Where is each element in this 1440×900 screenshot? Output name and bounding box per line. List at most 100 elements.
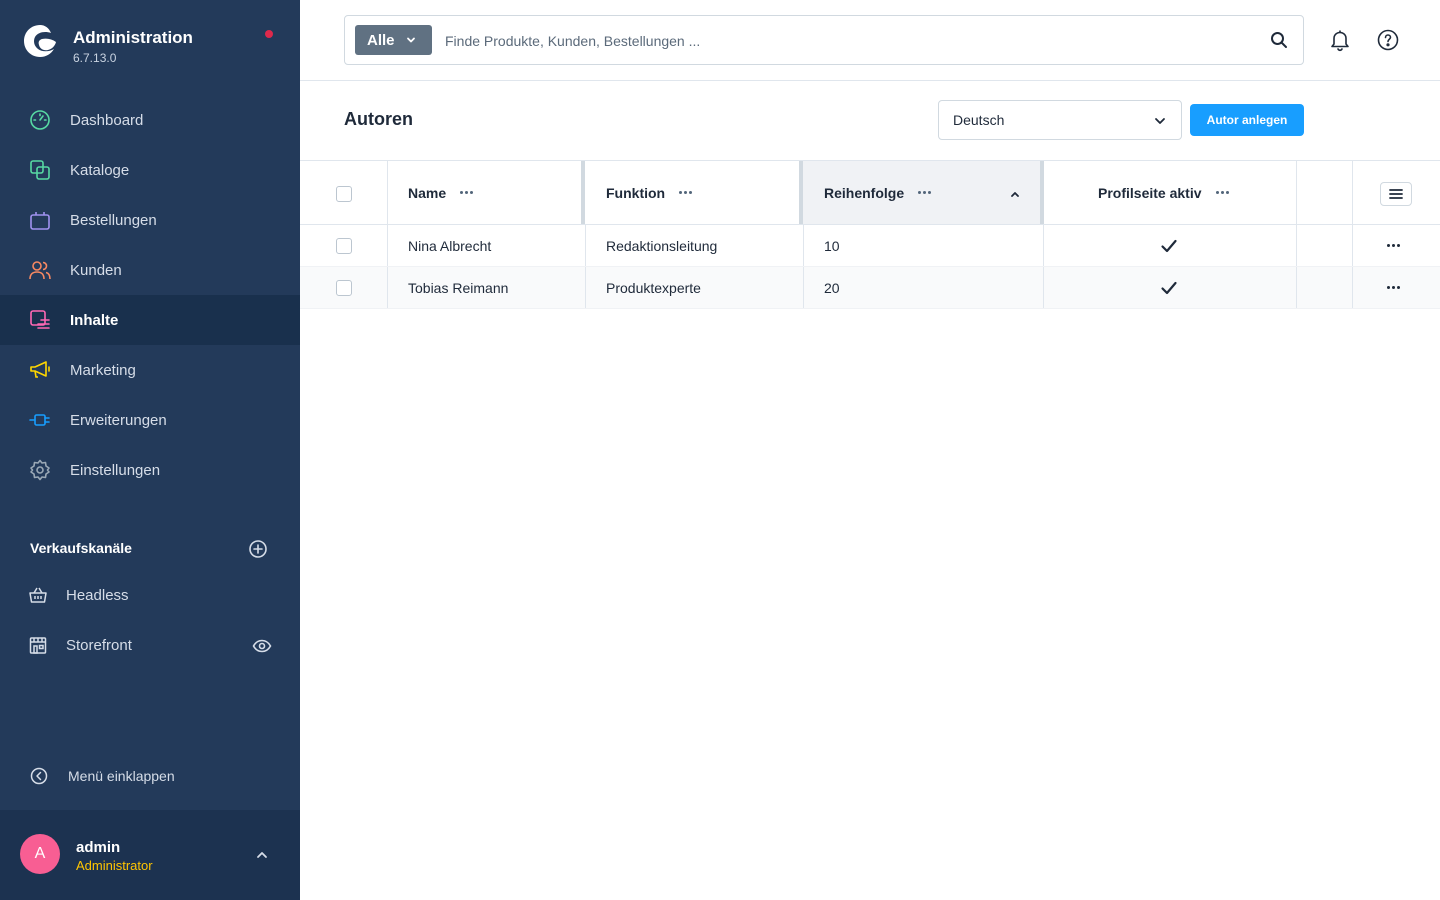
column-header-funktion[interactable]: Funktion — [606, 161, 693, 224]
collapse-menu-label: Menü einklappen — [68, 768, 175, 784]
column-divider — [1296, 267, 1297, 308]
column-divider — [1296, 161, 1297, 224]
table-row[interactable]: Nina Albrecht Redaktionsleitung 10 — [300, 225, 1440, 267]
sidebar: Administration 6.7.13.0 Dashboard Katalo… — [0, 0, 300, 900]
sales-channels-title: Verkaufskanäle — [30, 540, 132, 556]
global-search: Alle — [344, 15, 1304, 65]
nav-item-erweiterungen[interactable]: Erweiterungen — [0, 395, 300, 445]
sales-channel-storefront[interactable]: Storefront — [0, 625, 300, 665]
nav-item-dashboard[interactable]: Dashboard — [0, 95, 300, 145]
column-divider — [1043, 267, 1044, 308]
shopware-logo[interactable] — [22, 23, 58, 59]
column-divider — [1352, 161, 1353, 224]
cell-name[interactable]: Tobias Reimann — [408, 267, 508, 308]
grid-header: Name Funktion Reihenfolge Profilseite ak… — [300, 160, 1440, 225]
search-icon[interactable] — [1269, 30, 1289, 50]
add-sales-channel-icon[interactable] — [248, 539, 268, 559]
app-title: Administration — [73, 28, 193, 47]
column-header-label: Profilseite aktiv — [1098, 184, 1202, 201]
create-author-button[interactable]: Autor anlegen — [1190, 104, 1304, 136]
nav-label: Marketing — [70, 361, 136, 379]
column-divider — [585, 225, 586, 266]
grid-settings-button[interactable] — [1380, 182, 1412, 206]
checkmark-icon — [1161, 281, 1177, 294]
column-menu-icon[interactable] — [460, 191, 474, 194]
sort-ascending-icon[interactable] — [1008, 187, 1022, 201]
cell-name[interactable]: Nina Albrecht — [408, 225, 491, 266]
column-menu-icon[interactable] — [918, 191, 932, 194]
nav-label: Bestellungen — [70, 211, 157, 229]
nav-label: Erweiterungen — [70, 411, 167, 429]
user-menu[interactable]: A admin Administrator — [0, 810, 300, 900]
search-input[interactable] — [445, 28, 1245, 54]
main-nav: Dashboard Kataloge Bestellungen Kunden I… — [0, 95, 300, 495]
cell-order: 20 — [824, 279, 840, 296]
nav-label: Kunden — [70, 261, 122, 279]
gear-icon — [28, 458, 52, 482]
catalog-icon — [28, 158, 52, 182]
cell-profile-active — [1160, 267, 1178, 308]
column-header-label: Name — [408, 184, 447, 201]
column-resize-handle[interactable] — [799, 161, 803, 224]
column-menu-icon[interactable] — [679, 191, 693, 194]
dashboard-icon — [28, 108, 52, 132]
search-type-label: Alle — [367, 31, 395, 49]
column-resize-handle[interactable] — [1040, 161, 1044, 224]
sales-channel-headless[interactable]: Headless — [0, 575, 300, 615]
app-version: 6.7.13.0 — [73, 51, 117, 65]
chevron-down-icon — [407, 37, 415, 43]
column-header-reihenfolge[interactable]: Reihenfolge — [824, 161, 932, 224]
column-header-name[interactable]: Name — [408, 161, 474, 224]
storefront-icon — [29, 637, 47, 654]
top-bar: Alle — [300, 0, 1440, 81]
column-divider — [1352, 267, 1353, 308]
nav-item-inhalte[interactable]: Inhalte — [0, 295, 300, 345]
users-icon — [28, 258, 52, 282]
bell-icon[interactable] — [1328, 28, 1352, 52]
megaphone-icon — [28, 358, 52, 382]
notification-dot — [265, 30, 273, 38]
nav-item-kunden[interactable]: Kunden — [0, 245, 300, 295]
sales-channel-label: Headless — [66, 586, 129, 604]
column-divider — [803, 225, 804, 266]
nav-item-bestellungen[interactable]: Bestellungen — [0, 195, 300, 245]
nav-item-kataloge[interactable]: Kataloge — [0, 145, 300, 195]
sidebar-header: Administration 6.7.13.0 — [0, 0, 300, 80]
column-header-label: Funktion — [606, 184, 666, 201]
nav-label: Inhalte — [70, 311, 119, 329]
row-actions-icon[interactable] — [1387, 267, 1400, 308]
search-type-dropdown[interactable]: Alle — [355, 25, 432, 55]
content-icon — [28, 308, 52, 332]
chevron-up-icon[interactable] — [254, 847, 270, 863]
language-select[interactable]: Deutsch — [938, 100, 1182, 140]
column-divider — [1043, 225, 1044, 266]
table-row[interactable]: Tobias Reimann Produktexperte 20 — [300, 267, 1440, 309]
page-title: Autoren — [344, 109, 413, 129]
column-divider — [387, 267, 388, 308]
eye-icon[interactable] — [252, 636, 272, 656]
column-divider — [1296, 225, 1297, 266]
cell-profile-active — [1160, 225, 1178, 266]
column-menu-icon[interactable] — [1215, 191, 1229, 194]
nav-label: Einstellungen — [70, 461, 161, 479]
row-checkbox[interactable] — [336, 280, 352, 296]
cell-function: Produktexperte — [606, 279, 701, 296]
user-name: admin — [76, 839, 121, 856]
column-divider — [387, 225, 388, 266]
column-header-profilseite-aktiv[interactable]: Profilseite aktiv — [1098, 161, 1229, 224]
checkmark-icon — [1161, 239, 1177, 252]
select-all-checkbox[interactable] — [336, 186, 352, 202]
cell-function: Redaktionsleitung — [606, 237, 718, 254]
row-actions-icon[interactable] — [1387, 225, 1400, 266]
user-role: Administrator — [76, 858, 153, 873]
help-icon[interactable] — [1376, 28, 1400, 52]
row-checkbox[interactable] — [336, 238, 352, 254]
nav-label: Dashboard — [70, 111, 144, 129]
column-divider — [585, 267, 586, 308]
nav-item-einstellungen[interactable]: Einstellungen — [0, 445, 300, 495]
nav-item-marketing[interactable]: Marketing — [0, 345, 300, 395]
column-resize-handle[interactable] — [581, 161, 585, 224]
collapse-menu-button[interactable]: Menü einklappen — [0, 756, 300, 796]
cell-order: 10 — [824, 237, 840, 254]
plug-icon — [28, 408, 52, 432]
